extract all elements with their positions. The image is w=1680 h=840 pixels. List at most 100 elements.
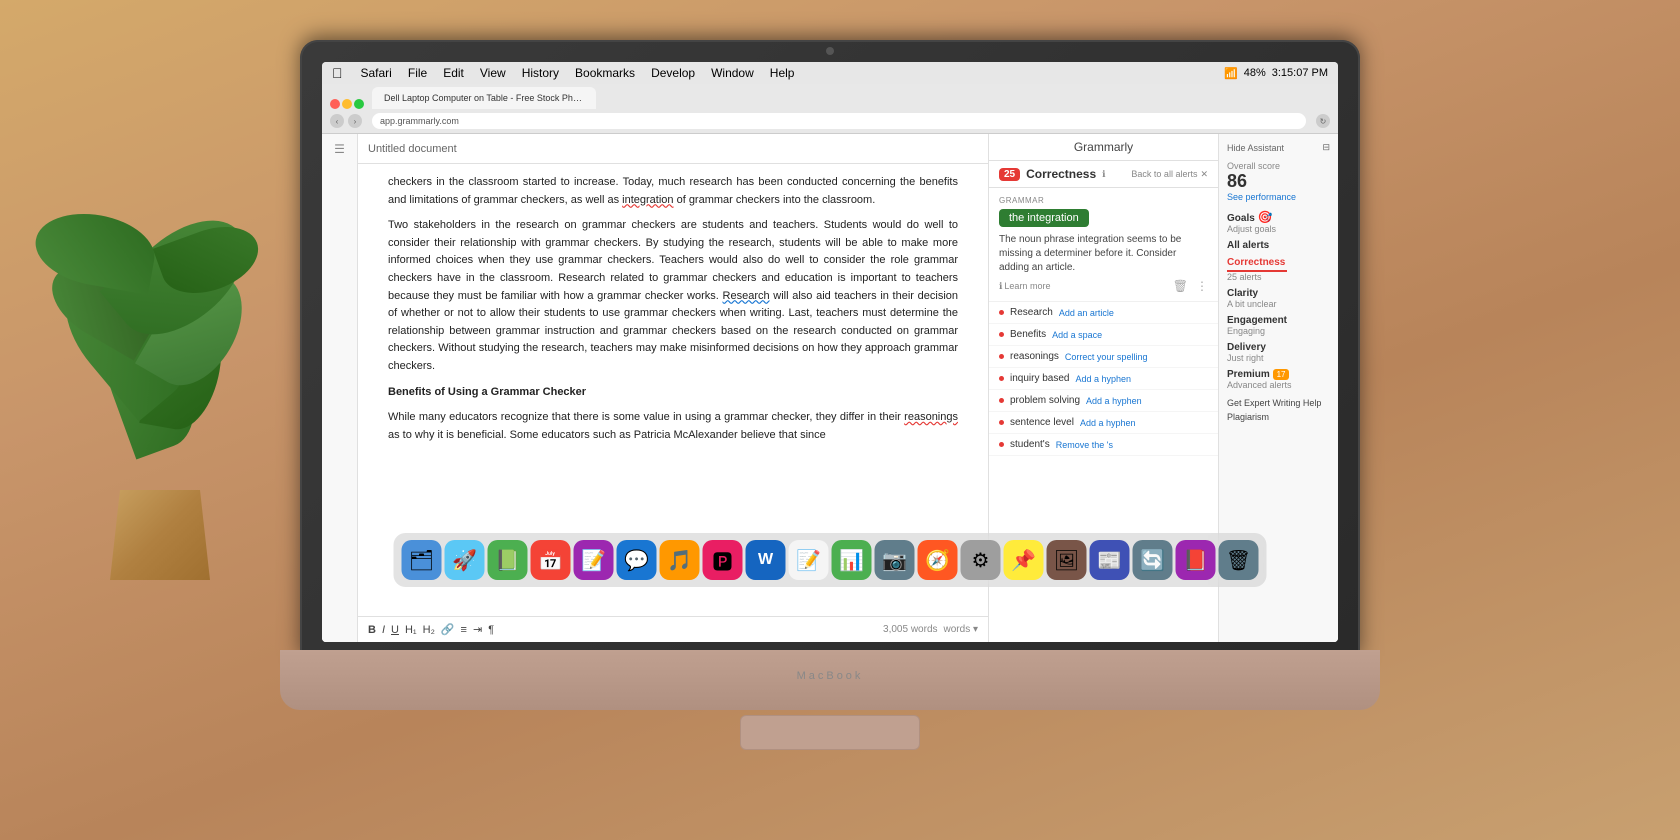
clarity-score-item[interactable]: Clarity A bit unclear — [1227, 288, 1330, 309]
clarity-score-sub: A bit unclear — [1227, 299, 1330, 309]
url-bar[interactable]: app.grammarly.com — [372, 113, 1306, 129]
dock-word[interactable]: W — [746, 540, 786, 580]
refresh-button[interactable]: ↻ — [1316, 114, 1330, 128]
heading1-button[interactable]: H₁ — [405, 624, 417, 636]
dock-calendar[interactable]: 📅 — [531, 540, 571, 580]
dock-preview[interactable]: 🖼 — [1047, 540, 1087, 580]
flagged-word-research[interactable]: Research — [723, 290, 770, 302]
plagiarism-label[interactable]: Plagiarism — [1227, 412, 1330, 422]
close-icon[interactable]: ✕ — [1200, 169, 1208, 180]
underline-button[interactable]: U — [391, 624, 399, 636]
premium-badge: 17 — [1273, 369, 1290, 380]
browser-tab[interactable]: Dell Laptop Computer on Table - Free Sto… — [372, 87, 596, 109]
dock-numbers[interactable]: 📊 — [832, 540, 872, 580]
back-to-alerts[interactable]: Back to all alerts ✕ — [1131, 169, 1208, 180]
flagged-word-reasonings[interactable]: reasonings — [904, 411, 958, 423]
dock-music[interactable]: 🎵 — [660, 540, 700, 580]
alert-action[interactable]: Add a space — [1052, 330, 1102, 340]
expert-writing-section: Get Expert Writing Help — [1227, 398, 1330, 408]
menu-bookmarks[interactable]: Bookmarks — [567, 66, 643, 80]
overall-score-section: Overall score 86 See performance — [1227, 161, 1330, 202]
menu-history[interactable]: History — [514, 66, 567, 80]
suggestion-chip[interactable]: the integration — [999, 209, 1089, 227]
back-button[interactable]: ‹ — [330, 114, 344, 128]
menu-safari[interactable]: Safari — [353, 66, 400, 80]
minimize-button[interactable] — [342, 99, 352, 109]
info-icon[interactable]: ℹ — [1102, 169, 1105, 180]
document-title[interactable]: Untitled document — [368, 143, 457, 155]
delivery-score-sub: Just right — [1227, 353, 1330, 363]
flagged-word-integration[interactable]: integration — [622, 194, 673, 206]
alert-word: inquiry based — [1010, 373, 1069, 384]
laptop-trackpad[interactable] — [740, 715, 920, 750]
menu-window[interactable]: Window — [703, 66, 762, 80]
alert-action[interactable]: Correct your spelling — [1065, 352, 1148, 362]
suggestion-card: GRAMMAR the integration The noun phrase … — [989, 188, 1218, 302]
dock-finder[interactable]: 🗂 — [402, 540, 442, 580]
apple-menu-icon[interactable]:  — [322, 65, 353, 81]
menu-help[interactable]: Help — [762, 66, 803, 80]
dock-contacts[interactable]: 📗 — [488, 540, 528, 580]
menu-file[interactable]: File — [400, 66, 435, 80]
dock-notes[interactable]: 📝 — [574, 540, 614, 580]
forward-button[interactable]: › — [348, 114, 362, 128]
alert-word: problem solving — [1010, 395, 1080, 406]
learn-more-link[interactable]: ℹ Learn more — [999, 281, 1050, 292]
grammarly-title: Grammarly — [1074, 140, 1133, 154]
menu-view[interactable]: View — [472, 66, 514, 80]
correctness-header: 25 Correctness ℹ Back to all alerts ✕ — [989, 161, 1218, 188]
alert-dot — [999, 420, 1004, 425]
alert-action[interactable]: Add an article — [1059, 308, 1114, 318]
dock-system-prefs[interactable]: ⚙ — [961, 540, 1001, 580]
engagement-score-item[interactable]: Engagement Engaging — [1227, 315, 1330, 336]
see-performance-link[interactable]: See performance — [1227, 192, 1330, 202]
indent-button[interactable]: ⇥ — [473, 623, 482, 636]
alert-action[interactable]: Add a hyphen — [1075, 374, 1131, 384]
premium-score-item[interactable]: Premium 17 Advanced alerts — [1227, 369, 1330, 390]
hide-assistant-icon[interactable]: ⊟ — [1322, 142, 1330, 153]
dock-photos[interactable]: 📷 — [875, 540, 915, 580]
all-alerts-row[interactable]: All alerts — [1227, 240, 1330, 251]
menu-edit[interactable]: Edit — [435, 66, 472, 80]
dock-migrate[interactable]: 🔄 — [1133, 540, 1173, 580]
laptop:  Safari File Edit View History Bookmark… — [280, 40, 1380, 800]
format-button[interactable]: ¶ — [488, 624, 494, 636]
alert-action[interactable]: Remove the 's — [1056, 440, 1113, 450]
correctness-score-item[interactable]: Correctness 25 alerts — [1227, 257, 1330, 282]
italic-button[interactable]: I — [382, 624, 385, 636]
dock-powerpoint[interactable]: 🅿 — [703, 540, 743, 580]
adjust-goals-link[interactable]: Adjust goals — [1227, 224, 1330, 234]
alert-dot — [999, 376, 1004, 381]
dock-books[interactable]: 📕 — [1176, 540, 1216, 580]
delivery-score-item[interactable]: Delivery Just right — [1227, 342, 1330, 363]
alert-item: Benefits Add a space — [989, 324, 1218, 346]
wifi-icon: 📶 — [1224, 67, 1238, 80]
expert-writing-label[interactable]: Get Expert Writing Help — [1227, 398, 1330, 408]
dock-news[interactable]: 📰 — [1090, 540, 1130, 580]
hide-assistant-label[interactable]: Hide Assistant — [1227, 143, 1284, 153]
document-toolbar: B I U H₁ H₂ 🔗 ≡ ⇥ ¶ 3,005 words words ▾ — [358, 616, 988, 642]
heading2-button[interactable]: H₂ — [423, 624, 435, 636]
dock-stickies[interactable]: 📌 — [1004, 540, 1044, 580]
bold-button[interactable]: B — [368, 624, 376, 636]
maximize-button[interactable] — [354, 99, 364, 109]
dock-safari[interactable]: 🧭 — [918, 540, 958, 580]
dock-messages[interactable]: 💬 — [617, 540, 657, 580]
alert-action[interactable]: Add a hyphen — [1080, 418, 1136, 428]
dock-notepad[interactable]: 📝 — [789, 540, 829, 580]
alert-action[interactable]: Add a hyphen — [1086, 396, 1142, 406]
dock-launchpad[interactable]: 🚀 — [445, 540, 485, 580]
dock-trash[interactable]: 🗑 — [1219, 540, 1259, 580]
link-button[interactable]: 🔗 — [441, 623, 455, 636]
hamburger-icon[interactable]: ☰ — [334, 142, 345, 156]
macos-dock: 🗂 🚀 📗 📅 📝 💬 🎵 🅿 W 📝 📊 📷 🧭 ⚙ 📌 🖼 📰 🔄 📕 — [394, 533, 1267, 587]
menu-develop[interactable]: Develop — [643, 66, 703, 80]
laptop-screen-bezel:  Safari File Edit View History Bookmark… — [300, 40, 1360, 660]
list-button[interactable]: ≡ — [461, 624, 467, 636]
close-button[interactable] — [330, 99, 340, 109]
delete-suggestion-button[interactable]: 🗑 — [1173, 279, 1188, 293]
suggestion-actions: ℹ Learn more 🗑 ⋮ — [999, 279, 1208, 293]
goals-row[interactable]: Goals 🎯 Adjust goals — [1227, 210, 1330, 234]
more-options-button[interactable]: ⋮ — [1196, 279, 1208, 293]
hide-assistant-row: Hide Assistant ⊟ — [1227, 142, 1330, 153]
